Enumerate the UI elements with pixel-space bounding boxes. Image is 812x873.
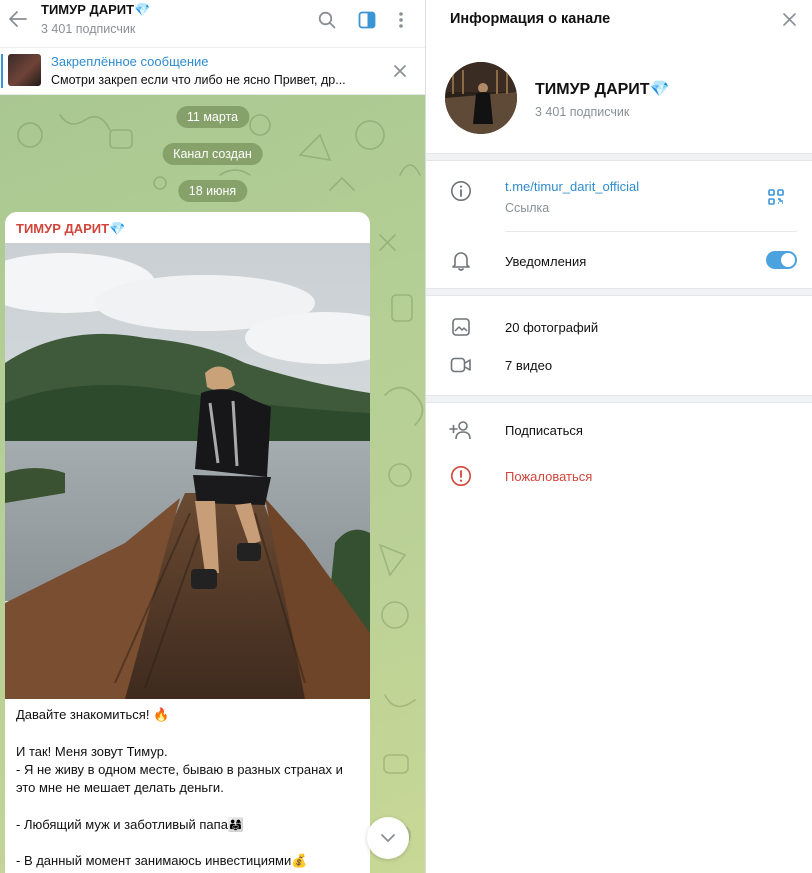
- sidebar-toggle-icon[interactable]: [356, 9, 378, 31]
- subscribe-button[interactable]: Подписаться: [505, 423, 583, 438]
- photo-icon: [449, 315, 473, 339]
- back-arrow-icon[interactable]: [6, 7, 30, 31]
- channel-info-panel: Информация о канале ТИМУР ДАРИТ💎 3 401 п…: [426, 0, 812, 873]
- post-text-line: Давайте знакомиться! 🔥: [16, 707, 170, 722]
- close-icon[interactable]: [391, 62, 409, 80]
- channel-subscribers: 3 401 подписчик: [535, 105, 630, 119]
- post-text-line: - В данный момент занимаюсь инвестициями…: [16, 853, 308, 869]
- post-text-line: это мне не мешает делать деньги.: [16, 780, 224, 796]
- close-icon[interactable]: [778, 8, 800, 30]
- post-text-line: - Я не живу в одном месте, бываю в разны…: [16, 761, 343, 777]
- date-separator: 18 июня: [177, 180, 248, 202]
- post-text-line: [16, 797, 361, 815]
- channel-name: ТИМУР ДАРИТ💎: [535, 81, 670, 98]
- post-text-line: И так! Меня зовут Тимур.: [16, 743, 168, 759]
- notifications-label: Уведомления: [505, 254, 587, 269]
- post-text-line: - Любящий муж и заботливый папа👨‍👩‍👧: [16, 816, 245, 832]
- video-icon: [449, 353, 473, 377]
- pinned-text: Смотри закреп если что либо не ясно Прив…: [51, 73, 346, 87]
- toggle-knob: [781, 253, 795, 267]
- post-text-line: [16, 834, 361, 852]
- post-author[interactable]: ТИМУР ДАРИТ💎: [16, 221, 125, 237]
- qr-code-icon[interactable]: [766, 187, 786, 207]
- scroll-down-button[interactable]: [367, 817, 409, 859]
- channel-post[interactable]: ТИМУР ДАРИТ💎 Давайте знакомиться! 🔥 И та…: [5, 212, 370, 873]
- notifications-toggle[interactable]: [766, 251, 797, 269]
- chat-title[interactable]: ТИМУР ДАРИТ💎: [41, 2, 150, 18]
- channel-link[interactable]: t.me/timur_darit_official: [505, 179, 639, 194]
- chat-header: ТИМУР ДАРИТ💎 3 401 подписчик: [0, 0, 425, 47]
- section-divider: [426, 288, 812, 296]
- report-button[interactable]: Пожаловаться: [505, 469, 592, 484]
- photos-count[interactable]: 20 фотографий: [505, 320, 598, 335]
- post-photo[interactable]: [5, 243, 370, 699]
- videos-count[interactable]: 7 видео: [505, 358, 552, 373]
- panel-title: Информация о канале: [450, 11, 611, 27]
- chat-subscribers: 3 401 подписчик: [41, 22, 136, 36]
- pinned-message[interactable]: Закреплённое сообщение Смотри закреп есл…: [0, 47, 425, 95]
- add-user-icon: [449, 418, 473, 442]
- link-caption: Ссылка: [505, 201, 550, 215]
- more-vertical-icon[interactable]: [390, 9, 412, 31]
- row-divider: [505, 231, 797, 232]
- pinned-thumbnail: [8, 54, 41, 86]
- search-icon[interactable]: [316, 9, 338, 31]
- chevron-down-icon: [381, 834, 395, 842]
- chat-panel: ТИМУР ДАРИТ💎 3 401 подписчик Закреплённо…: [0, 0, 426, 873]
- report-icon: [449, 464, 473, 488]
- bell-icon: [449, 249, 473, 273]
- date-separator: 11 марта: [175, 106, 250, 128]
- info-icon: [449, 179, 473, 203]
- section-divider: [426, 395, 812, 403]
- channel-avatar[interactable]: [445, 62, 517, 134]
- service-message: Канал создан: [162, 143, 263, 165]
- post-text-line: [16, 724, 361, 742]
- post-text: Давайте знакомиться! 🔥 И так! Меня зовут…: [16, 706, 361, 871]
- pinned-title: Закреплённое сообщение: [51, 54, 209, 69]
- section-divider: [426, 153, 812, 161]
- pinned-accent-bar: [1, 54, 3, 88]
